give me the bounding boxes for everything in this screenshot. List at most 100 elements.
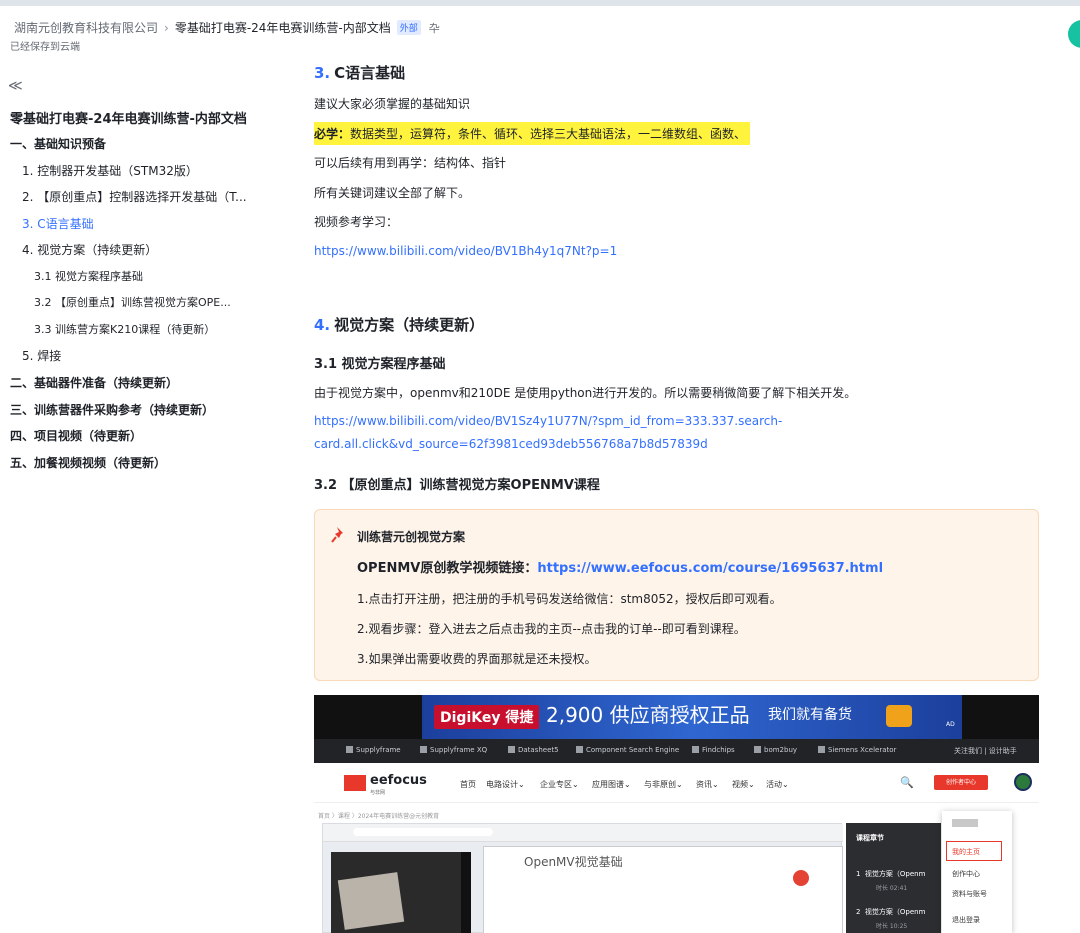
ad-headline: 2,900 供应商授权正品 — [546, 703, 750, 727]
menu-item-my-home: 我的主页 — [952, 848, 980, 856]
external-badge: 外部 — [396, 20, 421, 35]
toc-item[interactable]: 4. 视觉方案（持续更新） — [22, 241, 157, 258]
heading-text: C语言基础 — [334, 64, 406, 82]
toolbar-item-icon — [508, 746, 515, 753]
nav-item: 企业专区⌄ — [540, 780, 579, 789]
user-dropdown-menu: 我的主页 创作中心 资料与账号 退出登录 — [942, 811, 1012, 933]
partner-toolbar: Supplyframe Supplyframe XQ Datasheet5 Co… — [314, 739, 1039, 763]
toolbar-item: 关注我们 | 设计助手 — [954, 747, 1017, 755]
toc-item[interactable]: 2. 【原创重点】控制器选择开发基础（T... — [22, 188, 247, 205]
toolbar-item-label: Datasheet5 — [518, 746, 559, 754]
nav-item: 与非原创⌄ — [644, 780, 683, 789]
toolbar-item-label: Supplyframe — [356, 746, 401, 754]
creator-center-button: 创作者中心 — [934, 775, 988, 790]
eefocus-course-link[interactable]: https://www.eefocus.com/course/1695637.h… — [537, 561, 883, 576]
chapter-duration: 时长 02:41 — [876, 885, 908, 892]
toc-item[interactable]: 3.1 视觉方案程序基础 — [34, 268, 143, 284]
package-icon — [886, 705, 912, 727]
toolbar-item: Supplyframe XQ — [420, 746, 487, 754]
browser-chrome — [323, 824, 843, 842]
section-heading-3: 3. C语言基础 — [314, 62, 405, 83]
toolbar-item: Supplyframe — [346, 746, 401, 754]
blurred-username — [952, 819, 978, 827]
callout-title: 训练营元创视觉方案 — [357, 530, 466, 544]
toolbar-item-label: Siemens Xcelerator — [828, 746, 897, 754]
chapters-title: 课程章节 — [856, 834, 884, 842]
breadcrumb-doc-title[interactable]: 零基础打电赛-24年电赛训练营-内部文档 — [175, 19, 391, 36]
heading-text: 视觉方案（持续更新） — [334, 316, 485, 334]
toc-item-active[interactable]: 3. C语言基础 — [22, 215, 94, 232]
ad-subline: 我们就有备货 — [768, 707, 852, 723]
search-icon: 🔍 — [900, 776, 914, 789]
openmv-board-image — [337, 872, 405, 930]
digikey-logo: DigiKey 得捷 — [434, 705, 540, 729]
paragraph: 视频参考学习： — [314, 215, 399, 229]
toc-item[interactable]: 3.2 【原创重点】训练营视觉方案OPE... — [34, 294, 231, 310]
course-breadcrumb: 首页 〉课程 〉2024年电赛训练营@元创教育 — [318, 813, 440, 820]
chapter-number: 2 — [856, 908, 861, 916]
toolbar-item: Findchips — [692, 746, 735, 754]
toc-item[interactable]: 五、加餐视频视频（待更新） — [10, 454, 166, 471]
chapter-title: 视觉方案（Openm — [864, 870, 926, 878]
eefocus-logo: eefocus — [370, 773, 427, 788]
toolbar-item: Siemens Xcelerator — [818, 746, 896, 754]
subheading-3-2: 3.2 【原创重点】训练营视觉方案OPENMV课程 — [314, 478, 600, 493]
toolbar-item-icon — [420, 746, 427, 753]
toolbar-item: Datasheet5 — [508, 746, 559, 754]
toolbar-item-icon — [692, 746, 699, 753]
chapter-duration: 时长 10:25 — [876, 923, 908, 930]
toolbar-item-label: Component Search Engine — [586, 746, 680, 754]
embedded-screenshot[interactable]: DigiKey 得捷 2,900 供应商授权正品 我们就有备货 AD Suppl… — [314, 695, 1039, 933]
chapter-row: 1 视觉方案（Openm — [856, 869, 925, 879]
toolbar-item-icon — [754, 746, 761, 753]
toc-item[interactable]: 四、项目视频（待更新） — [10, 427, 142, 444]
ide-window: OpenMV视觉基础 — [483, 846, 843, 933]
bilibili-link[interactable]: https://www.bilibili.com/video/BV1Bh4y1q… — [314, 244, 617, 258]
toolbar-item-label: Findchips — [702, 746, 735, 754]
breadcrumb-org[interactable]: 湖南元创教育科技有限公司 — [14, 19, 158, 36]
avatar — [1014, 773, 1032, 791]
nav-item: 首页 — [460, 780, 476, 789]
chapter-row: 2 视觉方案（Openm — [856, 907, 925, 917]
save-status: 已经保存到云端 — [10, 42, 80, 53]
must-label: 必学： — [314, 127, 351, 141]
video-sidebar — [461, 852, 471, 933]
ad-tag: AD — [946, 721, 955, 728]
toc-item[interactable]: 三、训练营器件采购参考（持续更新） — [10, 401, 214, 418]
bilibili-link-line2[interactable]: card.all.click&vd_source=62f3981ced93deb… — [314, 437, 708, 451]
toc-item[interactable]: 5. 焊接 — [22, 347, 61, 364]
ad-banner: DigiKey 得捷 2,900 供应商授权正品 我们就有备货 AD — [314, 695, 1039, 739]
toc-item[interactable]: 一、基础知识预备 — [10, 135, 106, 152]
doc-header: 湖南元创教育科技有限公司 › 零基础打电赛-24年电赛训练营-内部文档 外部 卆… — [0, 6, 1080, 54]
chapter-number: 1 — [856, 870, 861, 878]
toc-item[interactable]: 二、基础器件准备（持续更新） — [10, 374, 178, 391]
ide-title: OpenMV视觉基础 — [524, 855, 623, 869]
callout-link-line: OPENMV原创教学视频链接：https://www.eefocus.com/c… — [357, 557, 883, 576]
toolbar-item-icon — [818, 746, 825, 753]
callout-box: 训练营元创视觉方案 OPENMV原创教学视频链接：https://www.eef… — [314, 509, 1039, 681]
menu-item: 退出登录 — [952, 916, 980, 924]
toc-title[interactable]: 零基础打电赛-24年电赛训练营-内部文档 — [10, 108, 247, 127]
breadcrumb: 湖南元创教育科技有限公司 › 零基础打电赛-24年电赛训练营-内部文档 外部 卆 — [14, 19, 440, 36]
breadcrumb-separator: › — [164, 20, 169, 35]
eefocus-logo-sub: 与非网 — [370, 790, 386, 796]
toolbar-item-icon — [346, 746, 353, 753]
highlighted-paragraph: 必学：数据类型，运算符，条件、循环、选择三大基础语法，一二维数组、函数、 — [314, 122, 751, 145]
collapse-sidebar-icon[interactable]: ≪ — [8, 78, 23, 94]
toc-item[interactable]: 3.3 训练营方案K210课程（待更新） — [34, 321, 215, 337]
section-heading-4: 4. 视觉方案（持续更新） — [314, 314, 484, 335]
toc-item[interactable]: 1. 控制器开发基础（STM32版） — [22, 162, 198, 179]
must-text: 数据类型，运算符，条件、循环、选择三大基础语法，一二维数组、函数、 — [350, 127, 747, 141]
nav-item: 电路设计⌄ — [486, 780, 525, 789]
record-icon — [793, 870, 809, 886]
pushpin-icon — [331, 527, 343, 543]
menu-item: 创作中心 — [952, 870, 980, 878]
callout-link-label: OPENMV原创教学视频链接： — [357, 561, 538, 576]
callout-line: 1.点击打开注册，把注册的手机号码发送给微信：stm8052，授权后即可观看。 — [357, 592, 782, 606]
nav-item: 视频⌄ — [732, 780, 755, 789]
bilibili-link-line1[interactable]: https://www.bilibili.com/video/BV1Sz4y1U… — [314, 414, 782, 428]
pin-icon[interactable]: 卆 — [429, 20, 440, 36]
callout-line: 3.如果弹出需要收费的界面那就是还未授权。 — [357, 652, 597, 666]
heading-number: 4. — [314, 316, 331, 334]
subheading-3-1: 3.1 视觉方案程序基础 — [314, 357, 446, 372]
